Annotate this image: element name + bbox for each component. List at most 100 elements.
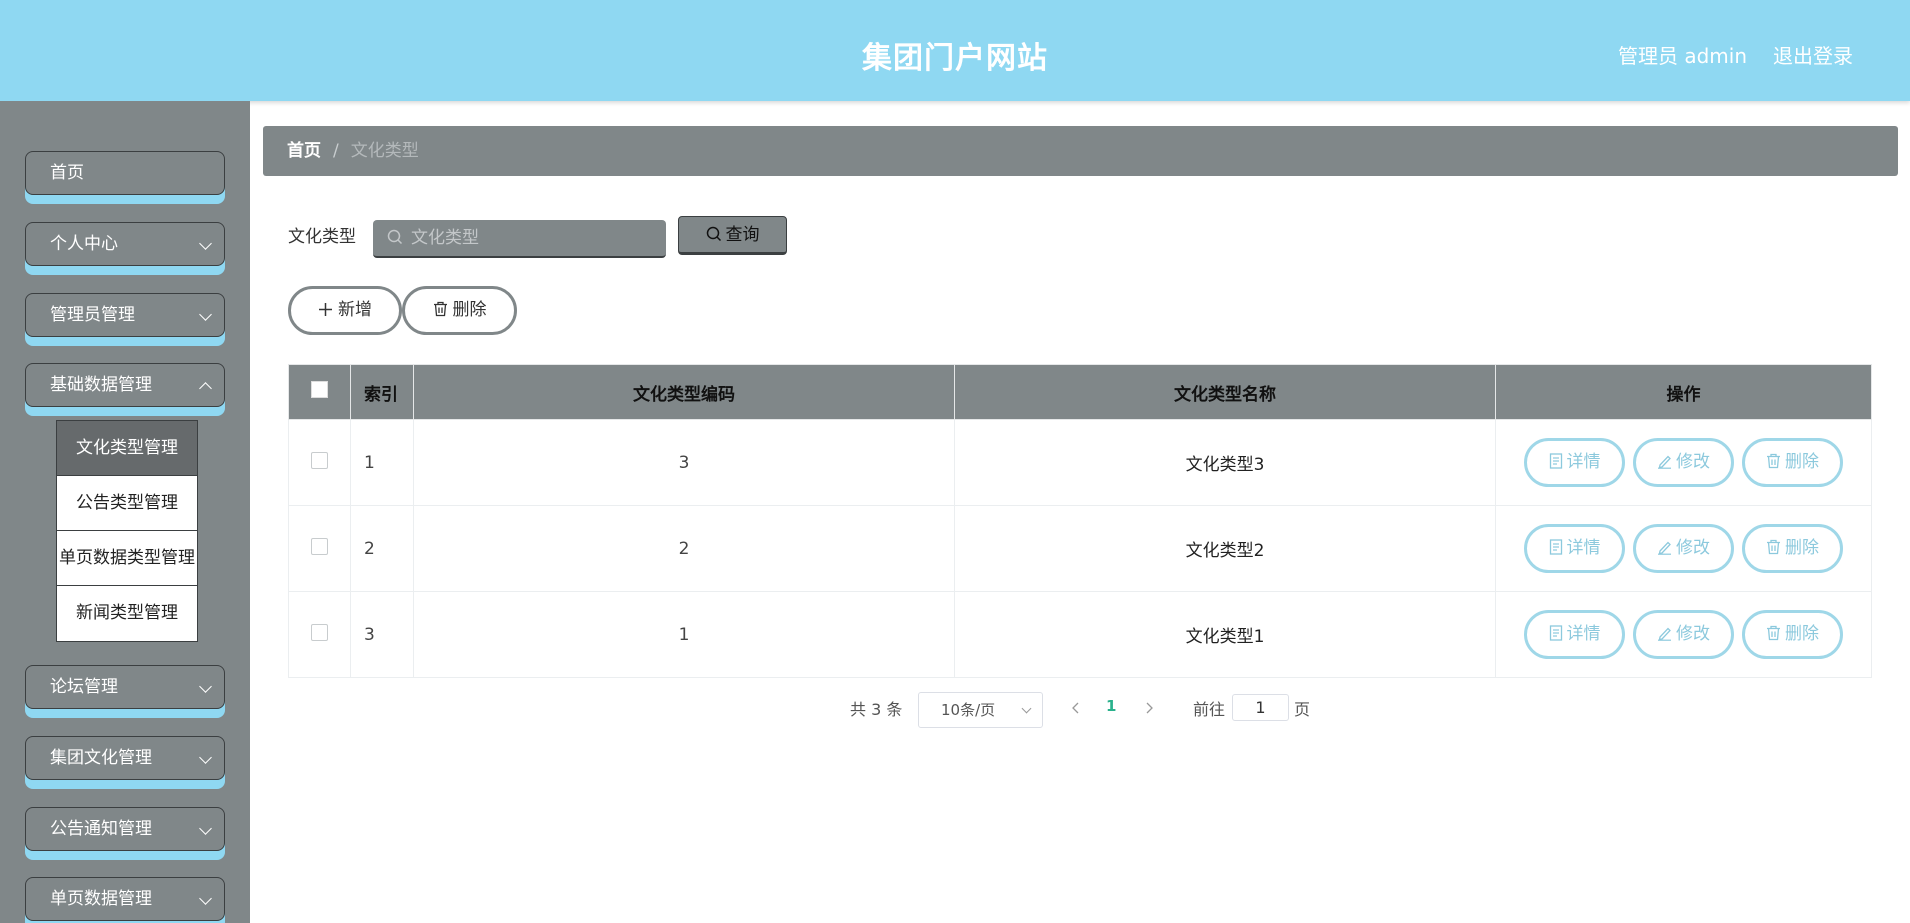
row-checkbox[interactable]	[311, 537, 328, 555]
breadcrumb-separator: /	[333, 141, 339, 161]
table-header-row: 索引 文化类型编码 文化类型名称 操作	[288, 364, 1872, 420]
sidebar-item-home[interactable]: 首页	[25, 151, 225, 195]
sidebar-item-basic-data-management[interactable]: 基础数据管理	[25, 363, 225, 407]
delete-button[interactable]: 删除	[1742, 524, 1843, 573]
sidebar-item-group-culture-management[interactable]: 集团文化管理	[25, 736, 225, 780]
sidebar-item-label: 公告通知管理	[50, 819, 152, 839]
chevron-down-icon	[199, 237, 212, 250]
edit-button[interactable]: 修改	[1633, 524, 1734, 573]
table-row: 2 2 文化类型2 详情 修改 删除	[288, 505, 1872, 592]
edit-button-label: 修改	[1676, 624, 1710, 644]
sidebar-item-forum-management[interactable]: 论坛管理	[25, 665, 225, 709]
goto-suffix: 页	[1294, 700, 1311, 719]
chevron-down-icon	[199, 892, 212, 905]
chevron-down-icon	[199, 680, 212, 693]
cell-name: 文化类型1	[954, 591, 1496, 678]
cell-operations: 详情 修改 删除	[1495, 505, 1872, 592]
edit-button[interactable]: 修改	[1633, 610, 1734, 659]
document-icon	[1549, 453, 1562, 469]
query-button-label: 查询	[725, 225, 760, 245]
cell-code: 3	[413, 419, 955, 506]
detail-button-label: 详情	[1566, 624, 1601, 644]
cell-name: 文化类型2	[954, 505, 1496, 592]
logout-link[interactable]: 退出登录	[1773, 40, 1853, 69]
edit-button[interactable]: 修改	[1633, 438, 1734, 487]
row-checkbox[interactable]	[311, 623, 328, 641]
top-header: 集团门户网站 管理员 admin 退出登录	[0, 0, 1910, 101]
sidebar-item-admin-management[interactable]: 管理员管理	[25, 293, 225, 337]
submenu-item-news-type[interactable]: 新闻类型管理	[57, 586, 197, 641]
detail-button[interactable]: 详情	[1524, 610, 1625, 659]
cell-index: 3	[350, 591, 414, 678]
detail-button-label: 详情	[1566, 452, 1601, 472]
add-button[interactable]: 新增	[288, 286, 402, 335]
edit-icon	[1658, 541, 1671, 555]
cell-code: 2	[413, 505, 955, 592]
search-icon	[706, 226, 721, 242]
table-row: 1 3 文化类型3 详情 修改 删除	[288, 419, 1872, 506]
prev-page-button[interactable]	[1070, 698, 1082, 718]
cell-code: 1	[413, 591, 955, 678]
sidebar-item-label: 管理员管理	[50, 305, 135, 325]
detail-button[interactable]: 详情	[1524, 438, 1625, 487]
sidebar-item-label: 论坛管理	[50, 677, 118, 697]
submenu-item-notice-type[interactable]: 公告类型管理	[57, 476, 197, 531]
current-user: 管理员 admin	[1618, 44, 1748, 68]
detail-button-label: 详情	[1566, 538, 1601, 558]
select-all-cell	[288, 364, 351, 420]
cell-index: 2	[350, 505, 414, 592]
goto-label: 前往	[1193, 700, 1226, 719]
delete-button-label: 删除	[1785, 624, 1819, 644]
breadcrumb-current: 文化类型	[350, 141, 419, 161]
edit-icon	[1658, 455, 1671, 469]
batch-delete-button[interactable]: 删除	[402, 286, 517, 335]
sidebar-item-label: 基础数据管理	[50, 375, 152, 395]
batch-delete-button-label: 删除	[452, 300, 487, 320]
sidebar-item-personal-center[interactable]: 个人中心	[25, 222, 225, 266]
cell-name: 文化类型3	[954, 419, 1496, 506]
column-header-index: 索引	[350, 364, 414, 420]
trash-icon	[1767, 625, 1780, 641]
edit-icon	[1658, 627, 1671, 641]
column-header-operations: 操作	[1495, 364, 1872, 420]
delete-button-label: 删除	[1785, 452, 1819, 472]
query-button[interactable]: 查询	[678, 216, 787, 255]
delete-button-label: 删除	[1785, 538, 1819, 558]
search-input[interactable]	[373, 220, 666, 258]
breadcrumb: 首页 / 文化类型	[263, 126, 1898, 176]
detail-button[interactable]: 详情	[1524, 524, 1625, 573]
row-select-cell	[288, 591, 351, 678]
cell-operations: 详情 修改 删除	[1495, 419, 1872, 506]
chevron-right-icon	[1146, 702, 1153, 714]
delete-button[interactable]: 删除	[1742, 438, 1843, 487]
chevron-down-icon	[199, 822, 212, 835]
search-label: 文化类型	[288, 227, 356, 247]
column-header-name: 文化类型名称	[954, 364, 1496, 420]
row-checkbox[interactable]	[311, 451, 328, 469]
next-page-button[interactable]	[1143, 698, 1155, 718]
data-table: 索引 文化类型编码 文化类型名称 操作 1 3 文化类型3 详情 修改 删除 2 2 文化类型2…	[288, 364, 1872, 678]
sidebar-item-label: 单页数据管理	[50, 889, 152, 909]
page-size-select[interactable]: 10条/页	[918, 692, 1043, 728]
add-button-label: 新增	[338, 300, 372, 320]
trash-icon	[1767, 453, 1780, 469]
sidebar-item-single-page-management[interactable]: 单页数据管理	[25, 877, 225, 921]
delete-button[interactable]: 删除	[1742, 610, 1843, 659]
edit-button-label: 修改	[1676, 452, 1710, 472]
sidebar-submenu: 文化类型管理 公告类型管理 单页数据类型管理 新闻类型管理	[56, 420, 198, 642]
breadcrumb-home[interactable]: 首页	[287, 141, 321, 161]
pagination-total: 共 3 条	[850, 700, 903, 719]
trash-icon	[433, 301, 447, 317]
select-all-checkbox[interactable]	[311, 381, 328, 398]
table-row: 3 1 文化类型1 详情 修改 删除	[288, 591, 1872, 678]
column-header-code: 文化类型编码	[413, 364, 955, 420]
cell-index: 1	[350, 419, 414, 506]
goto-page-input[interactable]	[1232, 694, 1289, 721]
page-number[interactable]: 1	[1106, 697, 1116, 715]
submenu-item-culture-type[interactable]: 文化类型管理	[57, 421, 197, 476]
chevron-down-icon	[1021, 703, 1032, 714]
sidebar-item-label: 个人中心	[50, 234, 118, 254]
submenu-item-single-page-type[interactable]: 单页数据类型管理	[57, 531, 197, 586]
sidebar-item-notice-management[interactable]: 公告通知管理	[25, 807, 225, 851]
sidebar-item-label: 集团文化管理	[50, 748, 152, 768]
